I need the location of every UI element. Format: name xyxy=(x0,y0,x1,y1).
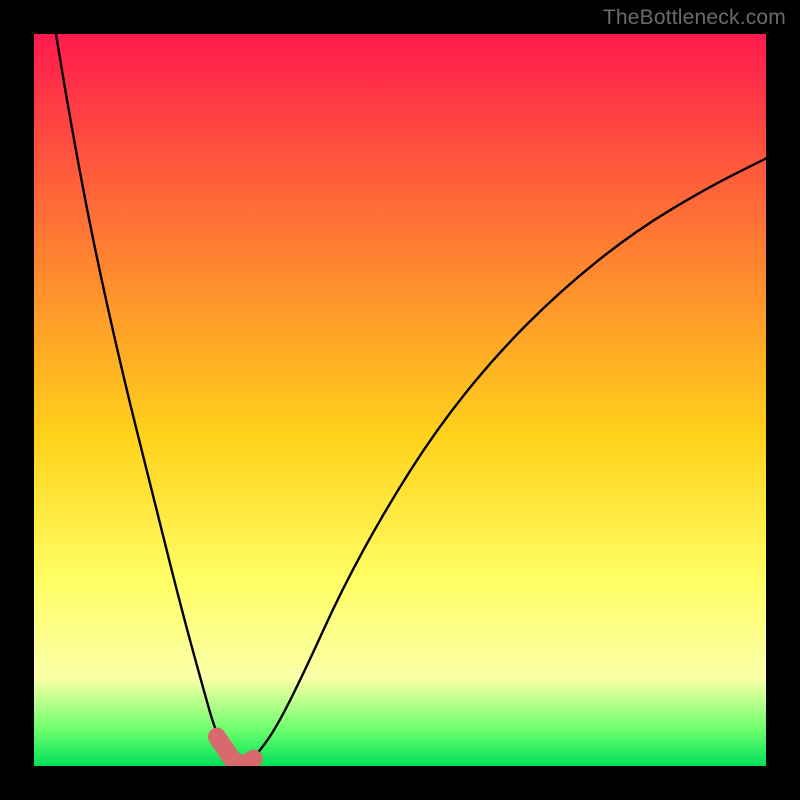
curve-layer xyxy=(34,34,766,766)
bottleneck-curve xyxy=(56,34,766,764)
optimal-region-marker xyxy=(217,737,254,766)
chart-frame: TheBottleneck.com xyxy=(0,0,800,800)
watermark-text: TheBottleneck.com xyxy=(603,6,786,30)
plot-area xyxy=(34,34,766,766)
